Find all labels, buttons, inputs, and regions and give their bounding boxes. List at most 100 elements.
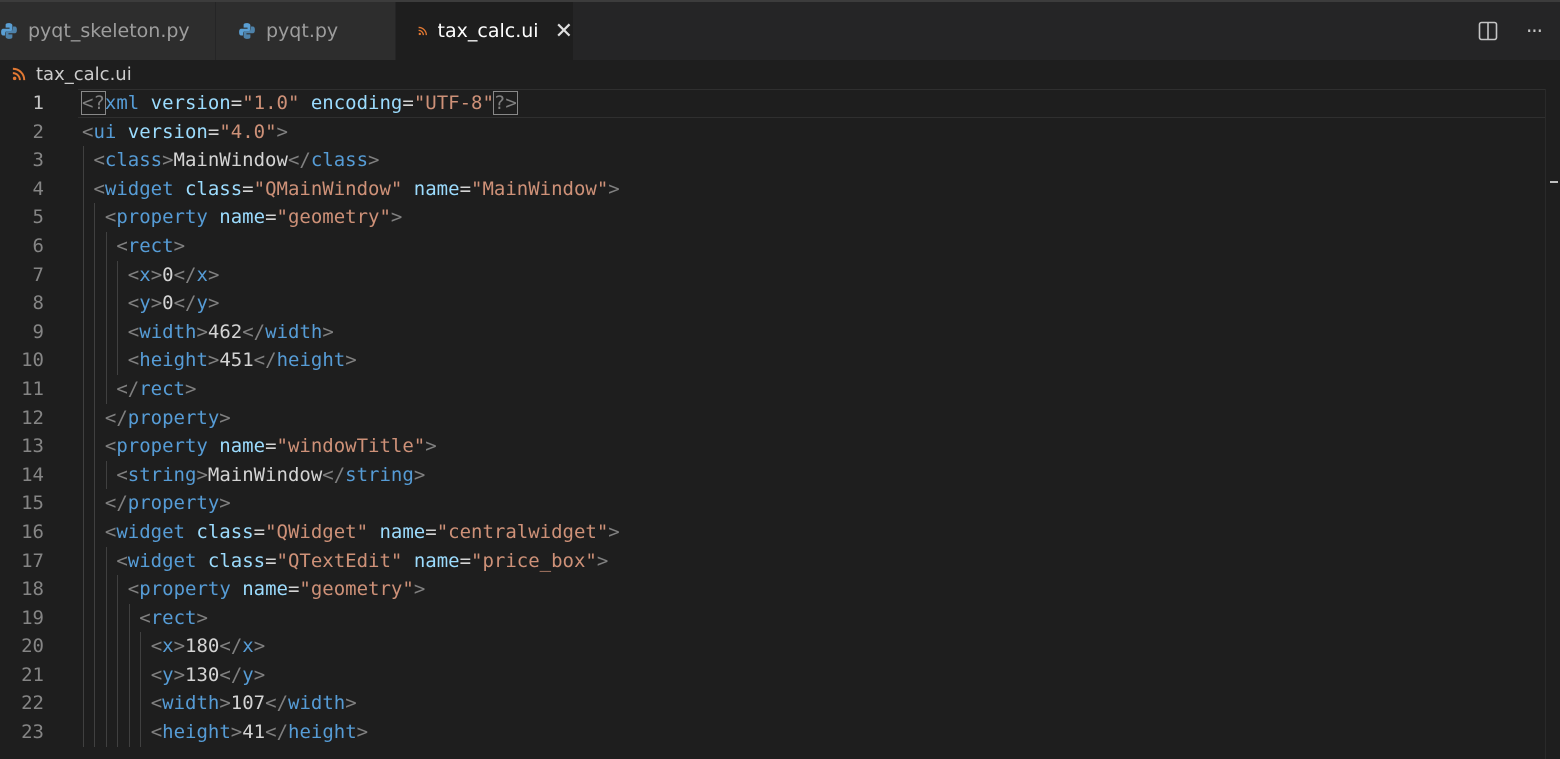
indent-guide bbox=[117, 660, 119, 690]
indent-guide bbox=[117, 346, 119, 375]
line-number: 22 bbox=[21, 692, 44, 715]
code-token: 130 bbox=[185, 663, 220, 686]
code-line[interactable]: 20 <x>180</x> bbox=[0, 632, 1560, 661]
code-token: class bbox=[184, 177, 243, 200]
tab-pyqt-skeleton[interactable]: pyqt_skeleton.py bbox=[0, 2, 216, 60]
indent-guide bbox=[83, 575, 84, 604]
code-token: > bbox=[608, 520, 620, 543]
indent-guide bbox=[83, 689, 84, 719]
tab-pyqt[interactable]: pyqt.py bbox=[216, 2, 396, 60]
code-text: <ui version="4.0"> bbox=[82, 118, 288, 147]
code-token: y bbox=[162, 663, 174, 686]
code-line[interactable]: 14 <string>MainWindow</string> bbox=[0, 460, 1560, 490]
code-token: < bbox=[150, 721, 163, 744]
line-number: 17 bbox=[21, 549, 44, 572]
code-token: class bbox=[310, 149, 369, 172]
code-line[interactable]: 21 <y>130</y> bbox=[0, 660, 1560, 690]
line-number: 15 bbox=[21, 492, 44, 515]
breadcrumb: tax_calc.ui bbox=[0, 60, 1560, 88]
indent-guide bbox=[117, 317, 119, 347]
code-line[interactable]: 12 </property> bbox=[0, 403, 1560, 433]
code-token: > bbox=[219, 692, 231, 715]
code-token: "1.0" bbox=[242, 92, 300, 114]
line-number: 11 bbox=[21, 377, 44, 400]
code-token: "centralwidget" bbox=[436, 520, 609, 543]
line-number: 2 bbox=[32, 120, 44, 143]
line-number: 7 bbox=[32, 263, 44, 286]
line-number: 10 bbox=[21, 349, 44, 372]
code-token: </ bbox=[173, 292, 197, 315]
code-token: name bbox=[379, 520, 426, 543]
more-actions-icon[interactable]: ··· bbox=[1522, 19, 1546, 43]
code-token: > bbox=[196, 463, 208, 486]
code-token: "geometry" bbox=[299, 578, 414, 601]
code-token: < bbox=[116, 549, 128, 572]
code-token: = bbox=[287, 578, 300, 601]
indent-guide bbox=[94, 575, 96, 604]
code-token: height bbox=[162, 721, 231, 744]
code-text: <string>MainWindow</string> bbox=[116, 461, 425, 490]
code-line[interactable]: 22 <width>107</width> bbox=[0, 689, 1560, 719]
code-line[interactable]: 2 <ui version="4.0"> bbox=[0, 118, 1560, 147]
code-token: > bbox=[253, 635, 266, 658]
code-token: = bbox=[425, 520, 437, 543]
indent-guide bbox=[105, 374, 107, 404]
breadcrumb-file[interactable]: tax_calc.ui bbox=[36, 64, 132, 85]
code-token: < bbox=[127, 349, 140, 372]
code-line[interactable]: 8 <y>0</y> bbox=[0, 289, 1560, 318]
code-text: <widget class="QMainWindow" name="MainWi… bbox=[93, 175, 619, 204]
line-number: 3 bbox=[32, 149, 44, 172]
code-token: width bbox=[139, 320, 197, 343]
indent-guide bbox=[83, 203, 84, 232]
code-line[interactable]: 11 </rect> bbox=[0, 374, 1560, 404]
code-line[interactable]: 7 <x>0</x> bbox=[0, 260, 1560, 290]
code-token: string bbox=[127, 463, 197, 486]
code-token: < bbox=[116, 234, 128, 257]
code-token: 107 bbox=[230, 692, 266, 715]
code-line[interactable]: 17 <widget class="QTextEdit" name="price_… bbox=[0, 546, 1560, 576]
code-token: > bbox=[162, 149, 174, 172]
code-token: = bbox=[242, 177, 254, 200]
split-editor-icon[interactable] bbox=[1476, 19, 1500, 43]
indent-guide bbox=[105, 289, 107, 318]
code-token: < bbox=[150, 663, 163, 686]
code-text: <widget class="QWidget" name="centralwid… bbox=[105, 518, 620, 547]
code-line[interactable]: 13 <property name="windowTitle"> bbox=[0, 432, 1560, 461]
code-token: </ bbox=[173, 263, 197, 286]
code-line[interactable]: 19 <rect> bbox=[0, 603, 1560, 633]
code-token: </ bbox=[104, 492, 128, 515]
code-line[interactable]: 9 <width>462</width> bbox=[0, 317, 1560, 347]
close-tab-icon[interactable]: ✕ bbox=[555, 19, 573, 44]
code-token: <? bbox=[81, 91, 106, 115]
tab-tax-calc[interactable]: tax_calc.ui ✕ bbox=[396, 2, 574, 60]
code-line[interactable]: 10 <height>451</height> bbox=[0, 346, 1560, 375]
code-token: = bbox=[230, 92, 243, 114]
code-token: > bbox=[345, 692, 357, 715]
code-line[interactable]: 3 <class>MainWindow</class> bbox=[0, 146, 1560, 175]
line-number: 20 bbox=[21, 635, 44, 658]
code-line[interactable]: 1 <?xml version="1.0" encoding="UTF-8"?> bbox=[0, 89, 1560, 118]
code-editor[interactable]: 1 <?xml version="1.0" encoding="UTF-8"?> 2… bbox=[0, 89, 1560, 759]
code-token: "MainWindow" bbox=[471, 177, 609, 200]
code-token: MainWindow bbox=[173, 149, 288, 172]
indent-guide bbox=[83, 632, 84, 661]
code-token: 0 bbox=[162, 263, 174, 286]
overview-ruler[interactable] bbox=[1545, 89, 1560, 759]
code-text: <?xml version="1.0" encoding="UTF-8"?> bbox=[81, 89, 518, 118]
indent-guide bbox=[128, 718, 130, 747]
code-line[interactable]: 6 <rect> bbox=[0, 231, 1560, 261]
code-line[interactable]: 18 <property name="geometry"> bbox=[0, 575, 1560, 604]
code-text: <property name="windowTitle"> bbox=[105, 432, 437, 461]
code-line[interactable]: 4 <widget class="QMainWindow" name="MainW… bbox=[0, 174, 1560, 204]
indent-guide bbox=[105, 231, 107, 261]
code-token: </ bbox=[265, 721, 289, 744]
code-token: property bbox=[139, 578, 243, 601]
line-number: 21 bbox=[21, 663, 44, 686]
code-line[interactable]: 5 <property name="geometry"> bbox=[0, 203, 1560, 232]
indent-guide bbox=[94, 374, 96, 404]
code-token: xml bbox=[104, 92, 151, 114]
code-token: </ bbox=[104, 406, 128, 429]
code-line[interactable]: 23 <height>41</height> bbox=[0, 718, 1560, 747]
code-line[interactable]: 15 </property> bbox=[0, 489, 1560, 518]
code-line[interactable]: 16 <widget class="QWidget" name="centralw… bbox=[0, 517, 1560, 547]
